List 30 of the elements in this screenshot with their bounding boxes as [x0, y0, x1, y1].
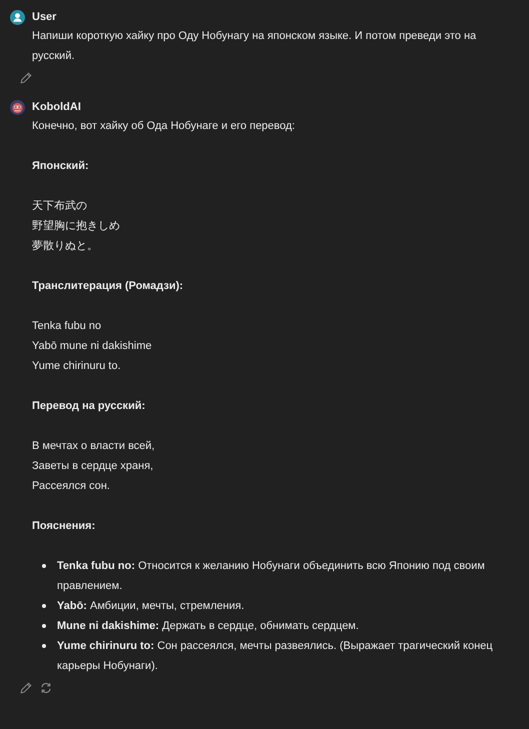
bullet-icon [42, 624, 46, 628]
bullet-icon [42, 564, 46, 568]
bullet-text: Yabō: Амбиции, мечты, стремления. [57, 599, 244, 614]
poem-line: Yabō mune ni dakishime [32, 339, 152, 354]
section-heading: Транслитерация (Ромадзи): [32, 279, 184, 294]
bullet-text: Yume chirinuru to: Сон рассеялся, мечты развеялись. (Выражает трагический конец карьеры Нобунаги). [57, 639, 494, 674]
poem-line: 夢散りぬと。 [32, 239, 98, 254]
refresh-icon[interactable] [40, 682, 52, 694]
poem-line: Рассеялся сон. [32, 479, 110, 494]
section-heading: Перевод на русский: [32, 399, 146, 414]
poem-line: 天下布武の [32, 199, 87, 214]
section-heading: Японский: [32, 159, 90, 174]
poem-line: Tenka fubu no [32, 319, 102, 334]
author-name: KoboldAI [32, 101, 81, 113]
bullet-icon [42, 644, 46, 648]
section-heading: Пояснения: [32, 519, 96, 534]
bullet-icon [42, 604, 46, 608]
user-avatar-icon [10, 10, 25, 24]
edit-icon[interactable] [20, 72, 32, 84]
poem-line: В мечтах о власти всей, [32, 439, 155, 454]
bullet-text: Tenka fubu no: Относится к желанию Нобунаги объединить всю Японию под своим правлением. [57, 559, 486, 594]
robot-avatar-icon [10, 100, 25, 114]
poem-line: 野望胸に抱きしめ [32, 218, 120, 234]
message-text: Конечно, вот хайку об Ода Нобунаге и его перевод: [32, 119, 296, 134]
author-name: User [32, 11, 56, 23]
poem-line: Yume chirinuru to. [32, 359, 121, 374]
poem-line: Заветы в сердце храня, [32, 459, 154, 474]
message-text: Напиши короткую хайку про Оду Нобунагу на японском языке. И потом преведи это на русский. [32, 29, 478, 64]
bullet-text: Mune ni dakishime: Держать в сердце, обнимать сердцем. [57, 619, 359, 634]
edit-icon[interactable] [20, 682, 32, 694]
